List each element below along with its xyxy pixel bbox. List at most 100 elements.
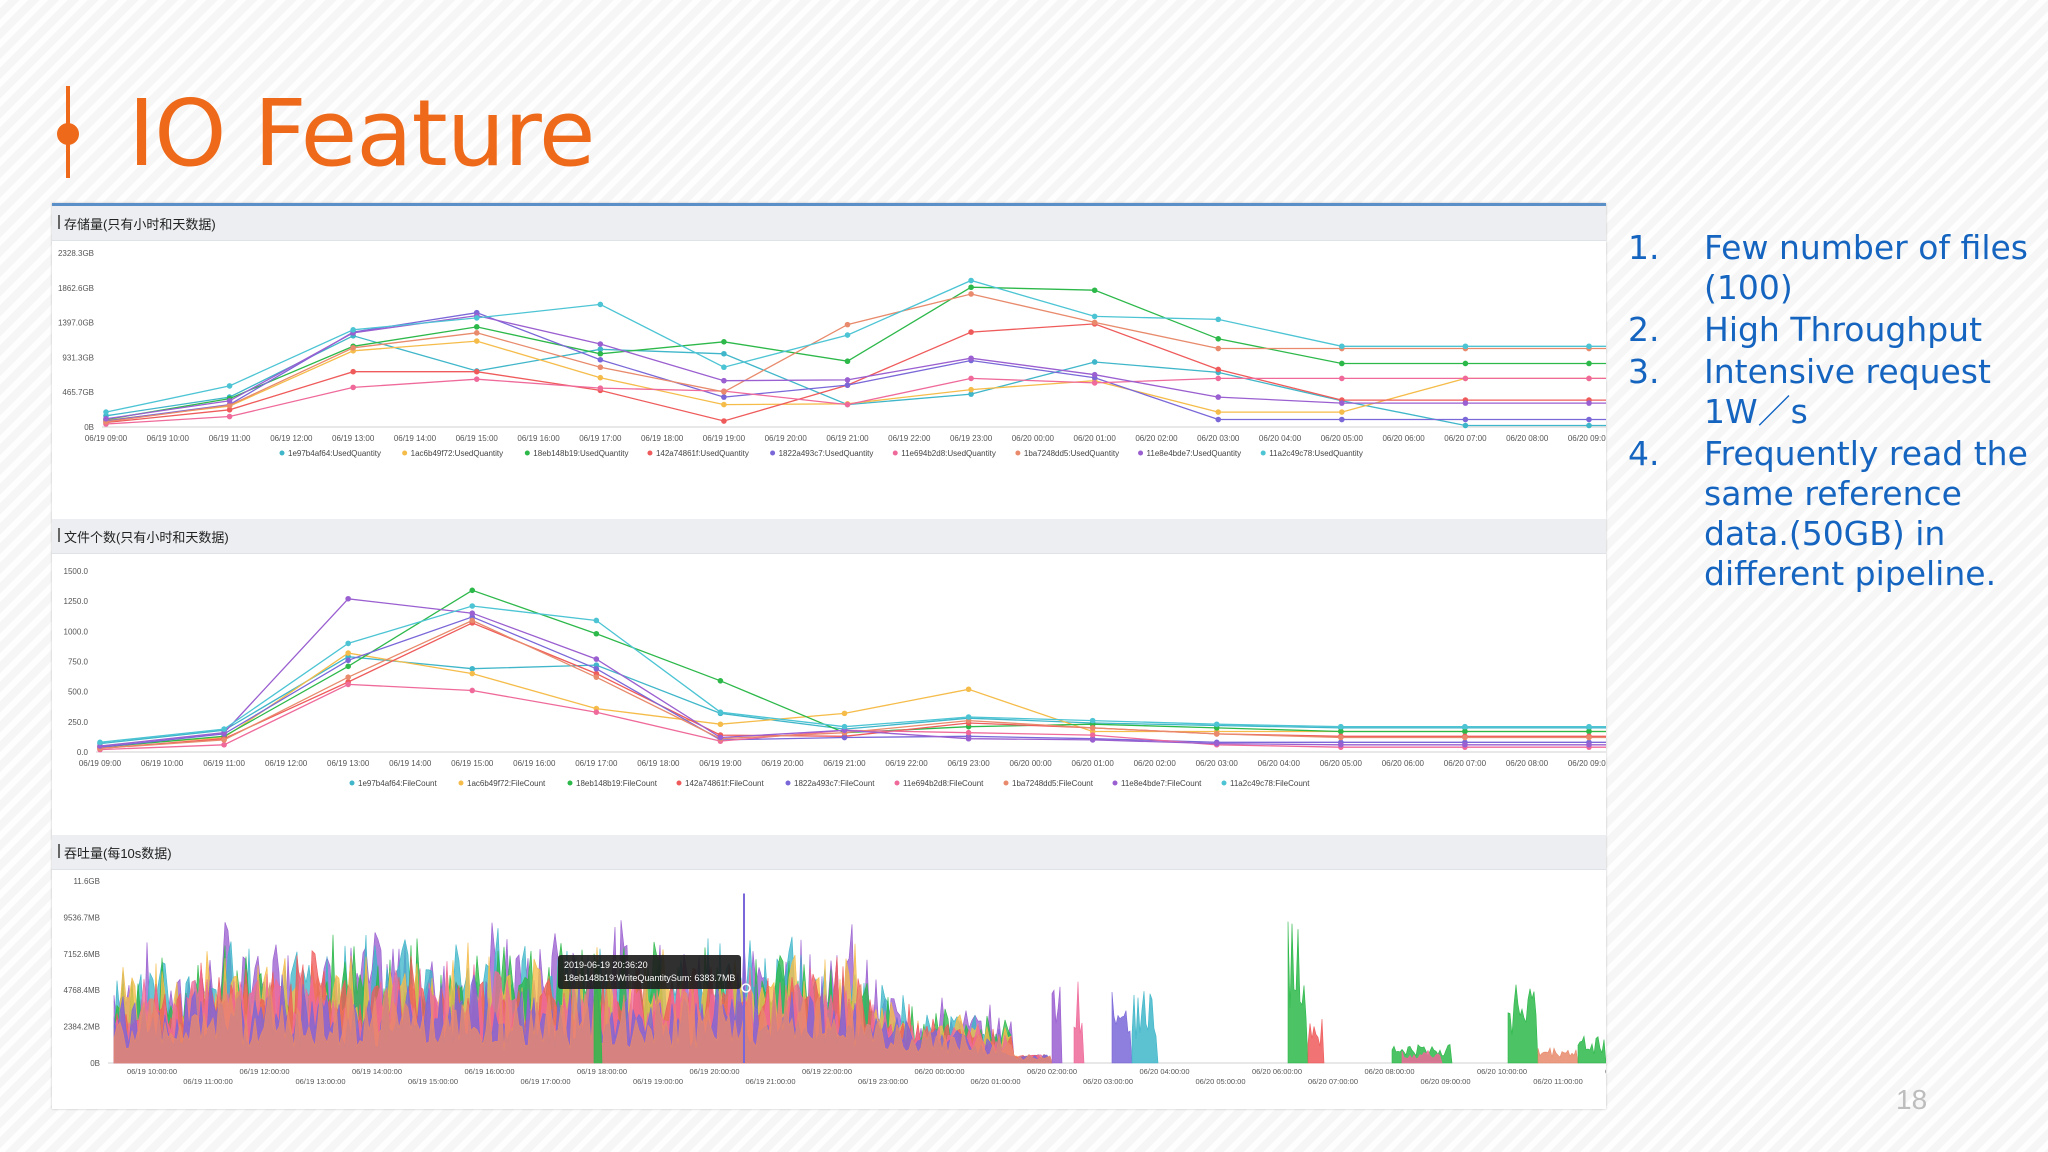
legend-marker [402, 450, 408, 456]
data-point [717, 709, 724, 715]
data-point [844, 358, 851, 365]
data-point [965, 686, 972, 693]
data-point [1462, 741, 1468, 748]
x-tick-label: 06/19 12:00 [265, 759, 308, 768]
feature-text: Frequently read the same reference data.… [1704, 434, 2028, 593]
data-point [1215, 375, 1222, 382]
x-tick-label: 06/19 17:00 [579, 434, 622, 443]
feature-item: 4. Frequently read the same reference dat… [1624, 434, 2044, 594]
data-point [721, 389, 727, 395]
legend-label: 11a2c49c78:FileCount [1230, 779, 1310, 788]
throughput-baseline [1537, 1047, 1579, 1064]
data-point [1213, 721, 1220, 728]
x-tick-label: 06/20 02:00 [1134, 759, 1177, 768]
legend-label: 142a74861f:UsedQuantity [656, 449, 749, 458]
data-point [1338, 723, 1344, 730]
x-tick-label: 06/20 00:00:00 [914, 1067, 964, 1076]
x-tick-label: 06/20 10:00:00 [1477, 1067, 1527, 1076]
y-tick-label: 0B [84, 423, 94, 432]
y-tick-label: 465.7GB [62, 388, 94, 397]
throughput-burst [1131, 991, 1159, 1064]
data-point [597, 301, 604, 308]
x-tick-label: 06/19 09:00 [79, 759, 122, 768]
data-point [221, 726, 227, 732]
data-point [1215, 345, 1222, 352]
x-tick-label: 06/20 05:00 [1320, 759, 1363, 768]
data-point [350, 327, 356, 333]
legend-label: 1ac6b49f72:FileCount [467, 779, 546, 788]
feature-item: 2. High Throughput [1624, 310, 2044, 350]
panel-title: 文件个数(只有小时和天数据) [58, 527, 229, 546]
y-tick-label: 1397.0GB [58, 319, 94, 328]
data-point [968, 375, 974, 382]
data-point [473, 368, 480, 375]
panel-header: 文件个数(只有小时和天数据) [52, 519, 1606, 554]
x-tick-label: 06/20 07:00 [1444, 759, 1487, 768]
data-point [1215, 336, 1222, 342]
legend-marker [1015, 450, 1021, 456]
x-tick-label: 06/19 13:00 [332, 434, 375, 443]
data-point [1089, 732, 1096, 738]
data-point [1089, 737, 1096, 743]
data-point [1091, 380, 1098, 386]
x-tick-label: 06/20 05:00 [1321, 434, 1364, 443]
x-tick-label: 06/20 09:00:00 [1420, 1077, 1470, 1086]
throughput-burst [1287, 921, 1309, 1064]
x-tick-label: 06/20 07:00 [1444, 434, 1487, 443]
x-tick-label: 06/19 21:00:00 [745, 1077, 795, 1086]
data-point [717, 678, 724, 684]
x-tick-label: 06/19 19:00 [703, 434, 746, 443]
data-point [473, 324, 480, 330]
data-point [345, 681, 351, 688]
x-tick-label: 06/19 15:00 [456, 434, 499, 443]
data-point [350, 368, 356, 375]
data-point [1091, 359, 1098, 365]
data-point [1586, 734, 1592, 741]
data-point [593, 665, 600, 672]
tooltip-time: 2019-06-19 20:36:20 [564, 960, 648, 970]
data-point [469, 665, 476, 672]
legend-label: 1822a493c7:FileCount [794, 779, 875, 788]
legend-marker [567, 780, 573, 786]
x-tick-label: 06/19 11:00 [203, 759, 245, 768]
legend-marker [892, 450, 898, 456]
x-tick-label: 06/19 11:00:00 [183, 1077, 233, 1086]
legend-marker [894, 780, 900, 786]
feature-item: 1. Few number of files (100) [1624, 228, 2044, 308]
series-line [105, 312, 1606, 422]
legend-label: 18eb148b19:UsedQuantity [533, 449, 628, 458]
data-point [350, 384, 356, 391]
data-point [721, 364, 727, 371]
data-point [103, 409, 109, 415]
x-tick-label: 06/20 08:00:00 [1364, 1067, 1414, 1076]
x-tick-label: 06/19 17:00 [575, 759, 618, 768]
data-point [1338, 734, 1344, 741]
data-point [1586, 375, 1592, 382]
data-point [1339, 360, 1345, 367]
series-line [99, 598, 1606, 747]
x-tick-label: 06/19 10:00 [141, 759, 184, 768]
x-tick-label: 06/20 01:00 [1072, 759, 1115, 768]
legend-marker [1260, 450, 1266, 456]
data-point [721, 394, 727, 400]
legend-marker [647, 450, 653, 456]
x-tick-label: 06/19 12:00 [270, 434, 313, 443]
throughput-burst [1307, 1018, 1325, 1064]
data-point [1339, 375, 1345, 382]
data-point [844, 401, 851, 408]
x-tick-label: 06/20 03:00 [1196, 759, 1239, 768]
x-tick-label: 06/19 23:00 [947, 759, 990, 768]
data-point [844, 382, 851, 388]
data-point [1215, 416, 1222, 423]
x-tick-label: 06/20 00:00 [1012, 434, 1055, 443]
data-point [473, 338, 480, 344]
data-point [593, 630, 600, 637]
y-tick-label: 931.3GB [62, 353, 94, 362]
feature-number: 4. [1628, 434, 1660, 473]
y-tick-label: 500.0 [68, 688, 89, 697]
data-point [841, 734, 848, 741]
data-point [593, 617, 600, 624]
data-point [1215, 409, 1222, 415]
data-point [1089, 717, 1096, 724]
x-tick-label: 06/19 16:00 [513, 759, 556, 768]
